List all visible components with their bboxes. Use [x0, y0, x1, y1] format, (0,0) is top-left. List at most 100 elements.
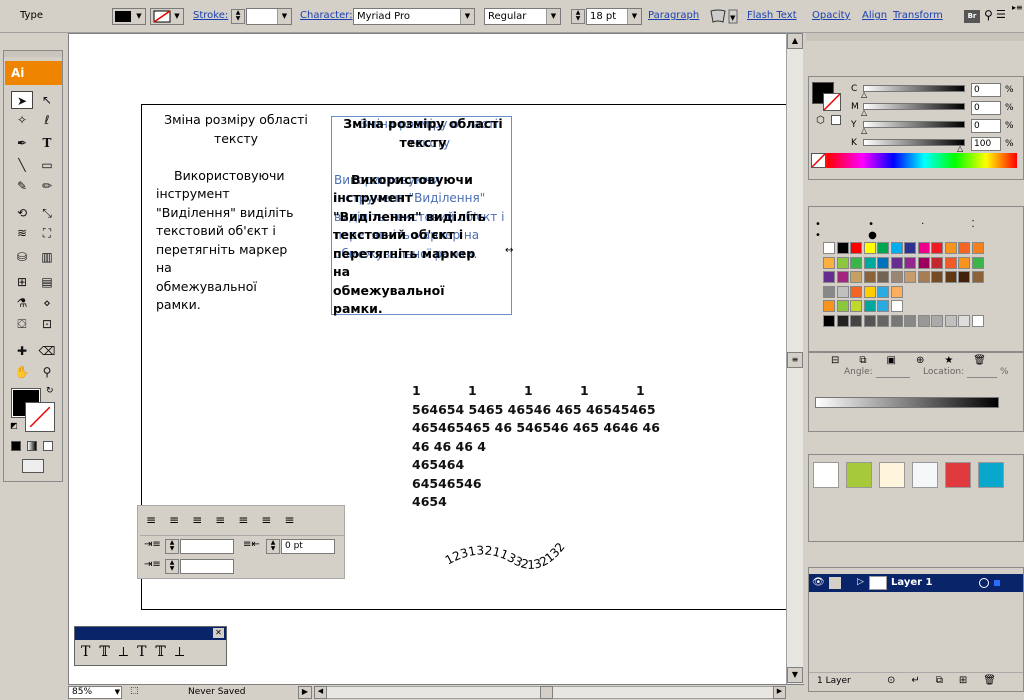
color-swatch[interactable]: [917, 256, 930, 269]
cmyk-value-field[interactable]: 100: [971, 137, 1001, 151]
lasso-tool-icon[interactable]: ℓ: [36, 111, 58, 129]
color-swatch[interactable]: [823, 285, 835, 298]
magic-wand-tool-icon[interactable]: ✧: [11, 111, 33, 129]
lock-toggle[interactable]: [829, 577, 841, 589]
search-icon[interactable]: ⚲: [984, 8, 993, 22]
horizontal-scrollbar[interactable]: ◀ ▶: [314, 686, 786, 699]
color-mode-icon[interactable]: [11, 441, 21, 451]
vertical-scrollbar[interactable]: ▲ ≡ ▼: [786, 33, 803, 684]
first-line-indent-field[interactable]: [180, 559, 234, 574]
alignment-buttons[interactable]: ≡≡≡≡≡≡≡: [146, 513, 307, 527]
color-swatch[interactable]: [850, 256, 862, 269]
cmyk-slider[interactable]: [863, 85, 965, 92]
color-swatch[interactable]: [958, 271, 970, 283]
color-swatch[interactable]: [877, 300, 889, 312]
color-swatch[interactable]: [836, 271, 849, 283]
envelope-icon[interactable]: ▼: [708, 8, 738, 25]
location-field[interactable]: [967, 366, 997, 378]
scroll-up-icon[interactable]: ▲: [787, 33, 803, 49]
left-indent-field[interactable]: [180, 539, 234, 554]
cmyk-slider[interactable]: [863, 121, 965, 128]
text-on-path[interactable]: 12313211332132132: [442, 525, 572, 575]
color-swatch[interactable]: [850, 242, 862, 254]
color-swatch[interactable]: [823, 314, 835, 327]
cmyk-value-field[interactable]: 0: [971, 101, 1001, 115]
slider-thumb-icon[interactable]: △: [861, 108, 867, 117]
color-swatch[interactable]: [877, 271, 889, 283]
flash-text-link[interactable]: Flash Text: [747, 10, 797, 21]
rotate-tool-icon[interactable]: ⟲: [11, 204, 33, 222]
zoom-tool-icon[interactable]: ⚲: [36, 363, 58, 381]
color-swatch[interactable]: [863, 300, 876, 312]
eyedropper-tool-icon[interactable]: ⚗: [11, 294, 33, 312]
status-menu-icon[interactable]: ▶: [298, 686, 312, 699]
color-swatch[interactable]: [890, 314, 903, 327]
graphic-style-swatch[interactable]: [912, 462, 938, 488]
blend-tool-icon[interactable]: ⋄: [36, 294, 58, 312]
color-swatch[interactable]: [971, 314, 984, 327]
out-of-gamut-icon[interactable]: ⬡: [816, 115, 825, 126]
layer-name[interactable]: Layer 1: [891, 577, 932, 588]
graph-tool-icon[interactable]: ▥: [36, 248, 58, 266]
selection-tool-icon[interactable]: ➤: [11, 91, 33, 109]
number-text-block[interactable]: 1 1 1 1 1 564654 5465 46546 465 46545465 4654…: [412, 382, 672, 512]
color-swatch[interactable]: [890, 300, 903, 312]
color-swatch[interactable]: [890, 271, 903, 283]
color-swatch[interactable]: [877, 256, 889, 269]
color-spectrum-bar[interactable]: [811, 153, 1017, 168]
symbol-sprayer-tool-icon[interactable]: ⛁: [11, 248, 33, 266]
opacity-link[interactable]: Opacity: [812, 10, 850, 21]
gradient-panel-buttons[interactable]: ⊟⧉▣⊕★🗑: [831, 355, 1006, 366]
color-swatch[interactable]: [904, 271, 916, 283]
graphic-style-swatch[interactable]: [879, 462, 905, 488]
eye-icon[interactable]: 👁: [812, 577, 825, 588]
web-safe-icon[interactable]: [831, 115, 841, 125]
graphic-style-swatch[interactable]: [813, 462, 839, 488]
stroke-link[interactable]: Stroke:: [193, 10, 228, 21]
layer-buttons[interactable]: ⊙↵⧉⊞🗑: [887, 675, 1012, 686]
color-swatch[interactable]: [971, 242, 984, 254]
color-swatch[interactable]: [823, 271, 835, 283]
color-swatch[interactable]: [890, 285, 903, 298]
stroke-swatch[interactable]: [25, 402, 55, 432]
color-swatch[interactable]: [877, 285, 889, 298]
line-tool-icon[interactable]: ╲: [11, 156, 33, 174]
color-swatch[interactable]: [863, 314, 876, 327]
scroll-left-icon[interactable]: ◀: [314, 686, 327, 699]
scroll-right-icon[interactable]: ▶: [773, 686, 786, 699]
color-swatch[interactable]: [958, 314, 970, 327]
color-swatch[interactable]: [971, 271, 984, 283]
angle-field[interactable]: [876, 366, 910, 378]
color-swatch[interactable]: [877, 242, 889, 254]
color-stroke-swatch[interactable]: [823, 93, 841, 111]
color-swatch[interactable]: [850, 314, 862, 327]
color-swatch[interactable]: [836, 256, 849, 269]
graphic-style-swatch[interactable]: [978, 462, 1004, 488]
crop-area-tool-icon[interactable]: ✚: [11, 342, 33, 360]
color-swatch[interactable]: [917, 271, 930, 283]
color-swatch[interactable]: [904, 256, 916, 269]
hand-tool-icon[interactable]: ✋: [11, 363, 33, 381]
live-paint-tool-icon[interactable]: ⛋: [11, 315, 33, 333]
live-paint-selection-tool-icon[interactable]: ⊡: [36, 315, 58, 333]
stroke-stepper[interactable]: ▲ ▼: [231, 9, 245, 24]
slider-thumb-icon[interactable]: △: [861, 90, 867, 99]
expand-triangle-icon[interactable]: ▷: [857, 577, 864, 587]
color-swatch[interactable]: [958, 256, 970, 269]
gradient-tool-icon[interactable]: ▤: [36, 273, 58, 291]
color-swatch[interactable]: [931, 242, 943, 254]
color-swatch[interactable]: [944, 314, 957, 327]
color-swatch[interactable]: [823, 300, 835, 312]
color-swatch[interactable]: [931, 256, 943, 269]
color-swatch[interactable]: [904, 314, 916, 327]
panel-menu-icon[interactable]: ▸≡: [1012, 3, 1023, 12]
scroll-down-icon[interactable]: ▼: [787, 667, 803, 683]
right-indent-field[interactable]: 0 pt: [281, 539, 335, 554]
left-indent-stepper[interactable]: ▲ ▼: [165, 539, 179, 554]
menu-list-icon[interactable]: ☰: [996, 8, 1006, 21]
color-swatch[interactable]: [931, 271, 943, 283]
pen-tool-icon[interactable]: ✒: [11, 134, 33, 152]
none-mode-icon[interactable]: [43, 441, 53, 451]
color-swatch[interactable]: [850, 285, 862, 298]
screen-mode-icon[interactable]: [22, 459, 44, 473]
